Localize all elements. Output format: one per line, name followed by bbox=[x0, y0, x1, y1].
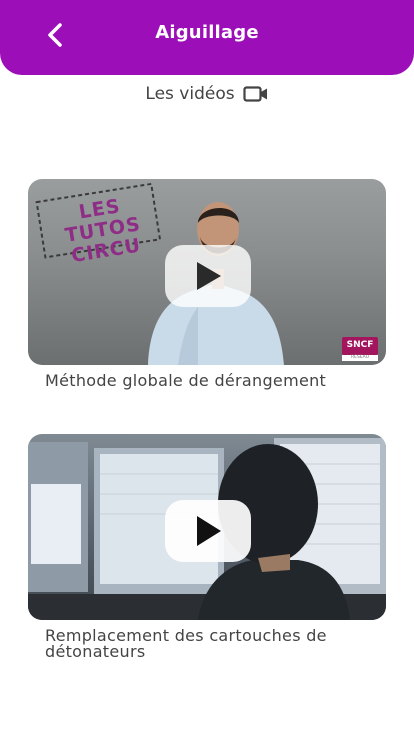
play-icon bbox=[197, 516, 221, 546]
app-header: Aiguillage bbox=[0, 0, 414, 75]
section-label: Les vidéos bbox=[145, 84, 235, 104]
video-card[interactable]: Remplacement des cartouches de détonateu… bbox=[28, 434, 386, 660]
section-heading: Les vidéos bbox=[0, 84, 414, 104]
page-title: Aiguillage bbox=[155, 22, 259, 43]
video-title[interactable]: Méthode globale de dérangement bbox=[28, 373, 386, 389]
video-thumbnail[interactable]: LES TUTOS CIRCU SNCF RÉSEAU bbox=[28, 179, 386, 365]
video-camera-icon bbox=[242, 84, 269, 104]
video-card[interactable]: LES TUTOS CIRCU SNCF RÉSEAU Méthode glob… bbox=[28, 179, 386, 389]
play-button[interactable] bbox=[165, 245, 251, 307]
sncf-logo-text: SNCF bbox=[346, 340, 374, 350]
chevron-left-icon bbox=[48, 23, 62, 47]
back-button[interactable] bbox=[40, 18, 72, 52]
play-icon bbox=[197, 262, 221, 290]
play-button[interactable] bbox=[165, 500, 251, 562]
app-screen: Aiguillage Les vidéos LES TUTOS CIRCU SN… bbox=[0, 0, 414, 737]
video-thumbnail[interactable] bbox=[28, 434, 386, 620]
video-title[interactable]: Remplacement des cartouches de détonateu… bbox=[28, 628, 386, 660]
sncf-logo-subtext: RÉSEAU bbox=[350, 355, 370, 360]
